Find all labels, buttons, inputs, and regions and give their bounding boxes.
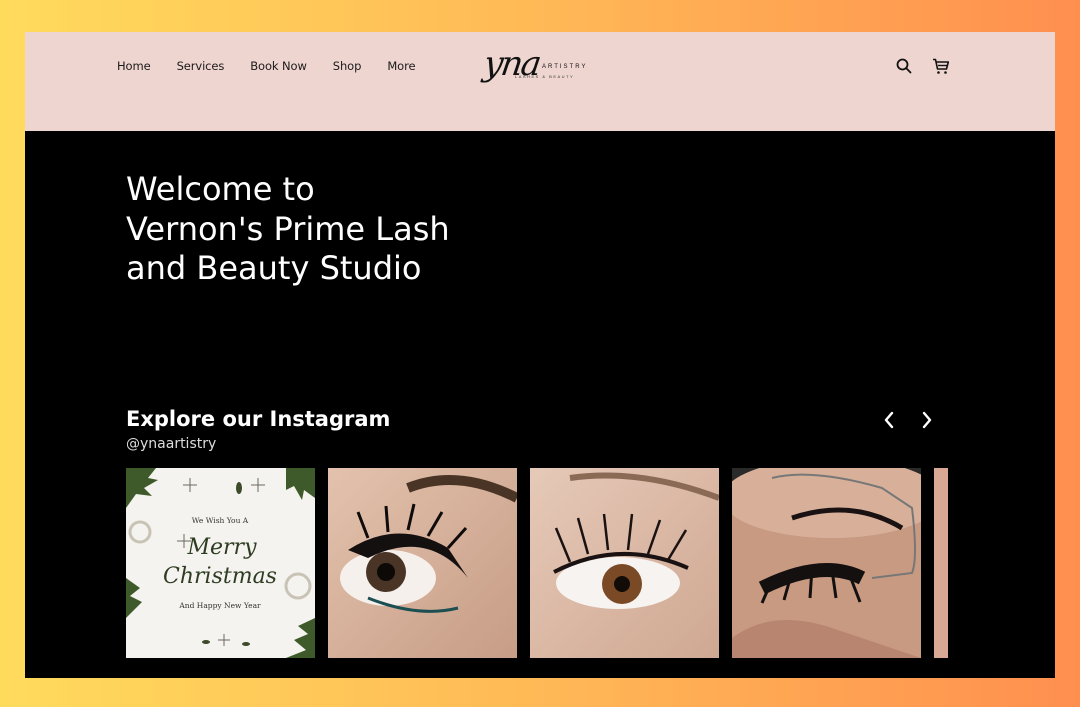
nav-services[interactable]: Services <box>177 59 225 73</box>
hero-title: Welcome to Vernon's Prime Lash and Beaut… <box>126 170 450 287</box>
card-line3: Christmas <box>163 564 277 589</box>
search-icon[interactable] <box>896 58 912 75</box>
cart-icon[interactable] <box>932 58 950 75</box>
nav-home[interactable]: Home <box>117 59 151 73</box>
lash-photo-2 <box>530 468 719 658</box>
nav-more[interactable]: More <box>387 59 415 73</box>
card-line2: Merry <box>186 535 257 560</box>
instagram-title: Explore our Instagram <box>126 407 391 431</box>
instagram-handle[interactable]: @ynaartistry <box>126 436 216 452</box>
instagram-post-lash-4[interactable] <box>934 468 948 658</box>
instagram-gallery: We Wish You A Merry Christmas And Happy … <box>126 468 948 658</box>
logo-sub: ARTISTRY <box>542 64 588 70</box>
main-nav: Home Services Book Now Shop More <box>117 59 441 73</box>
chevron-left-icon[interactable] <box>883 410 895 435</box>
card-line4: And Happy New Year <box>178 601 261 610</box>
instagram-post-lash-1[interactable] <box>328 468 517 658</box>
instagram-post-lash-2[interactable] <box>530 468 719 658</box>
instagram-post-christmas[interactable]: We Wish You A Merry Christmas And Happy … <box>126 468 315 658</box>
header-icons <box>896 58 950 75</box>
card-line1: We Wish You A <box>192 516 249 525</box>
logo-tagline: LASHES & BEAUTY <box>515 74 575 79</box>
instagram-post-lash-3[interactable] <box>732 468 921 658</box>
site-header: Home Services Book Now Shop More yna ART… <box>25 32 1055 131</box>
nav-shop[interactable]: Shop <box>333 59 362 73</box>
chevron-right-icon[interactable] <box>921 410 933 435</box>
lash-photo-1 <box>328 468 517 658</box>
browser-viewport: Home Services Book Now Shop More yna ART… <box>25 32 1055 678</box>
nav-book-now[interactable]: Book Now <box>250 59 307 73</box>
lash-photo-3 <box>732 468 921 658</box>
site-logo[interactable]: yna ARTISTRY LASHES & BEAUTY <box>481 42 592 97</box>
christmas-card-image: We Wish You A Merry Christmas And Happy … <box>126 468 315 658</box>
lash-photo-4 <box>934 468 948 658</box>
